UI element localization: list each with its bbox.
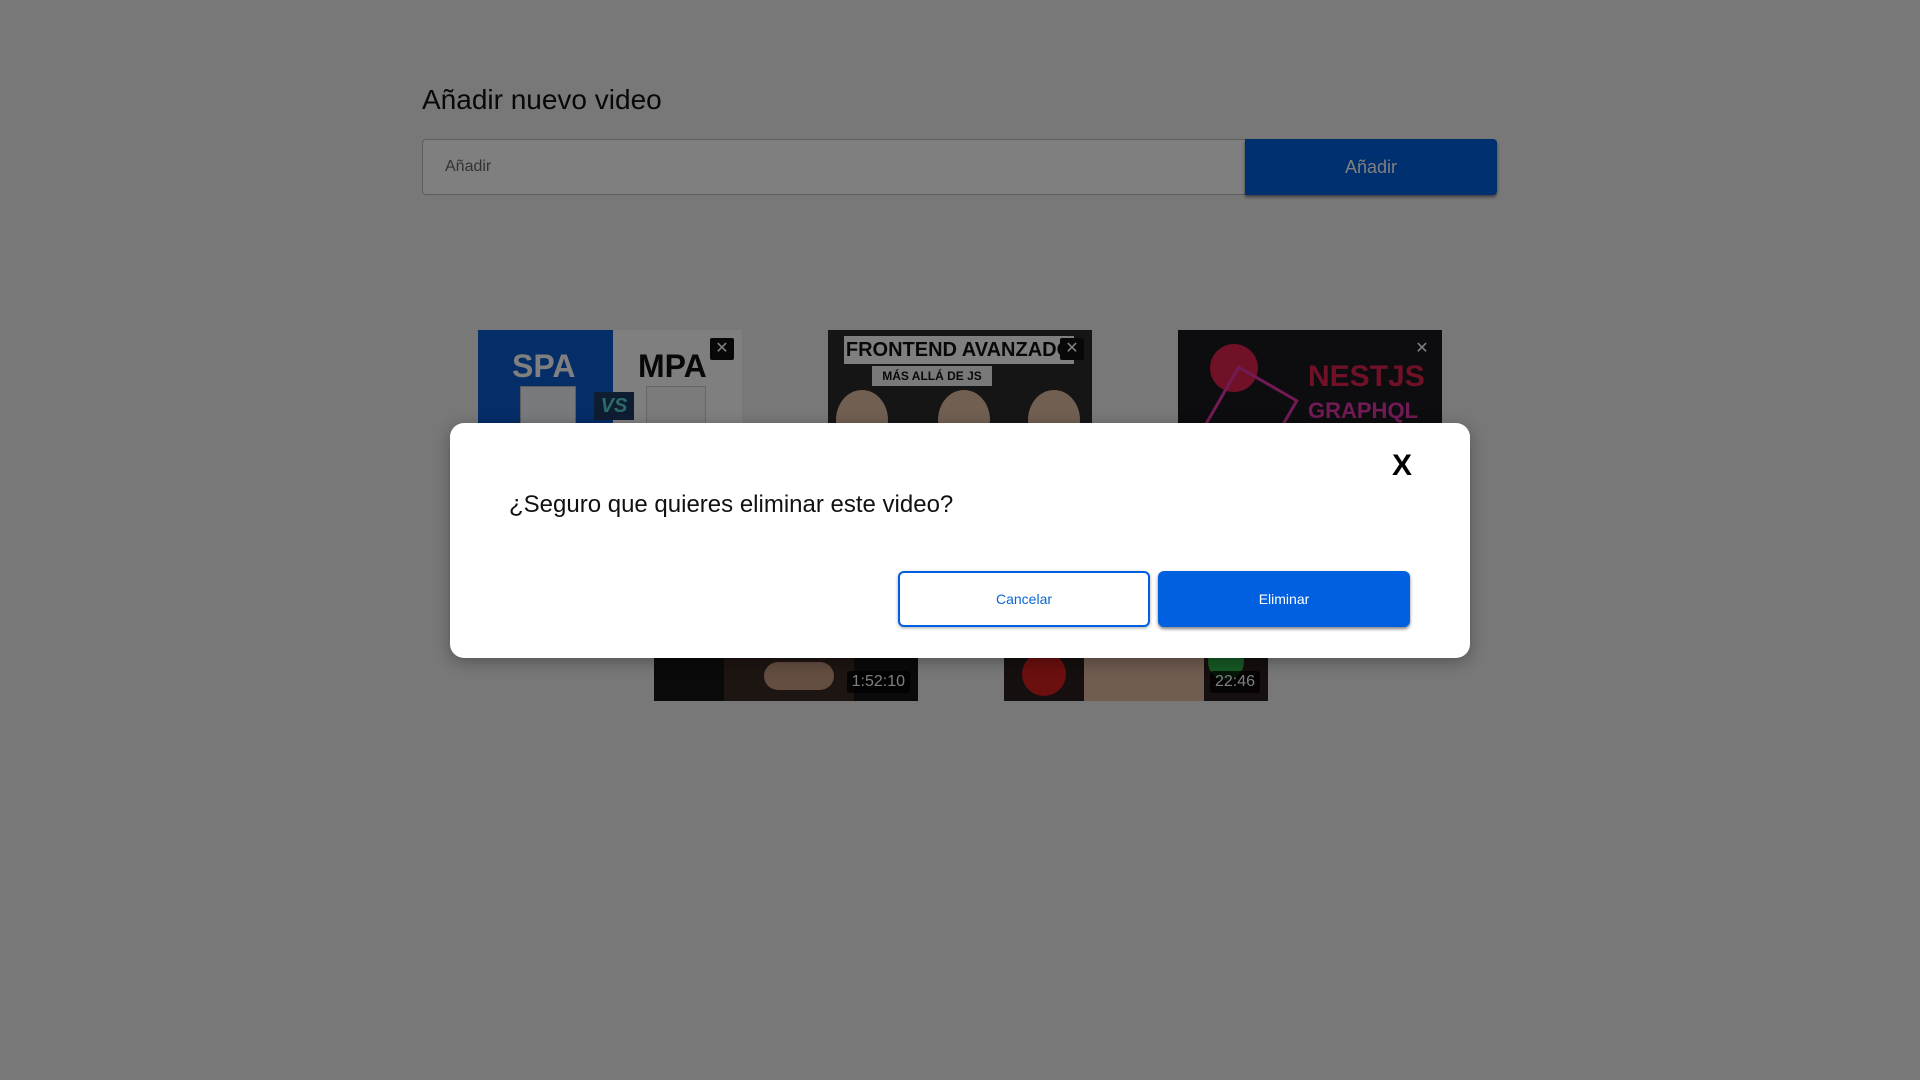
page: Añadir nuevo video Añadir SPA MPA VS ✕ F… (0, 0, 1920, 1080)
close-icon[interactable]: X (1392, 449, 1412, 483)
delete-button[interactable]: Eliminar (1158, 571, 1410, 627)
dialog-message: ¿Seguro que quieres eliminar este video? (509, 491, 954, 518)
confirm-delete-dialog: X ¿Seguro que quieres eliminar este vide… (450, 423, 1470, 658)
dialog-actions: Cancelar Eliminar (898, 571, 1410, 627)
cancel-button[interactable]: Cancelar (898, 571, 1150, 627)
